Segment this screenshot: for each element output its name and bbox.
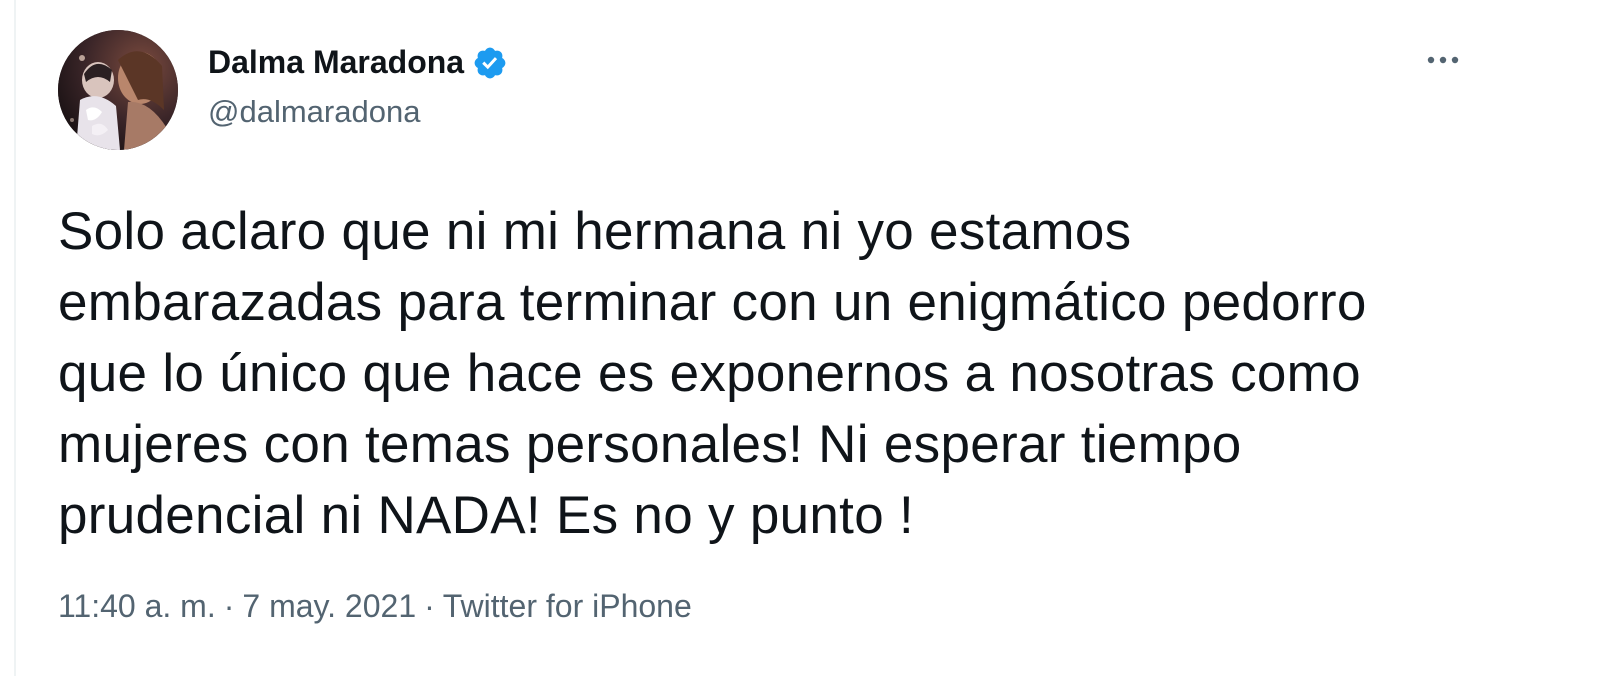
tweet-metadata: 11:40 a. m. · 7 may. 2021 · Twitter for … [58, 582, 692, 630]
avatar[interactable] [58, 30, 178, 150]
author-handle[interactable]: @dalmaradona [208, 92, 420, 132]
tweet-date[interactable]: 7 may. 2021 [242, 582, 416, 630]
tweet-source[interactable]: Twitter for iPhone [443, 582, 692, 630]
meta-separator: · [424, 588, 435, 624]
verified-badge-icon [474, 47, 506, 79]
divider [14, 0, 16, 676]
tweet-text: Solo aclaro que ni mi hermana ni yo esta… [58, 196, 1518, 551]
tweet-card: Dalma Maradona @dalmaradona Solo aclaro … [0, 0, 1600, 676]
tweet-text-line: Solo aclaro que ni mi hermana ni yo esta… [58, 202, 1132, 261]
tweet-text-line: mujeres con temas personales! Ni esperar… [58, 415, 1242, 474]
tweet-text-line: que lo único que hace es exponernos a no… [58, 344, 1361, 403]
more-options-button[interactable] [1420, 40, 1466, 80]
tweet-text-line: embarazadas para terminar con un enigmát… [58, 273, 1367, 332]
profile-photo-icon [58, 30, 178, 150]
author-name-row: Dalma Maradona [208, 40, 508, 84]
display-name[interactable]: Dalma Maradona [208, 40, 464, 84]
tweet-text-line: prudencial ni NADA! Es no y punto ! [58, 486, 915, 545]
tweet-time[interactable]: 11:40 a. m. [58, 582, 216, 630]
more-horizontal-icon [1427, 56, 1459, 64]
meta-separator: · [223, 588, 235, 624]
